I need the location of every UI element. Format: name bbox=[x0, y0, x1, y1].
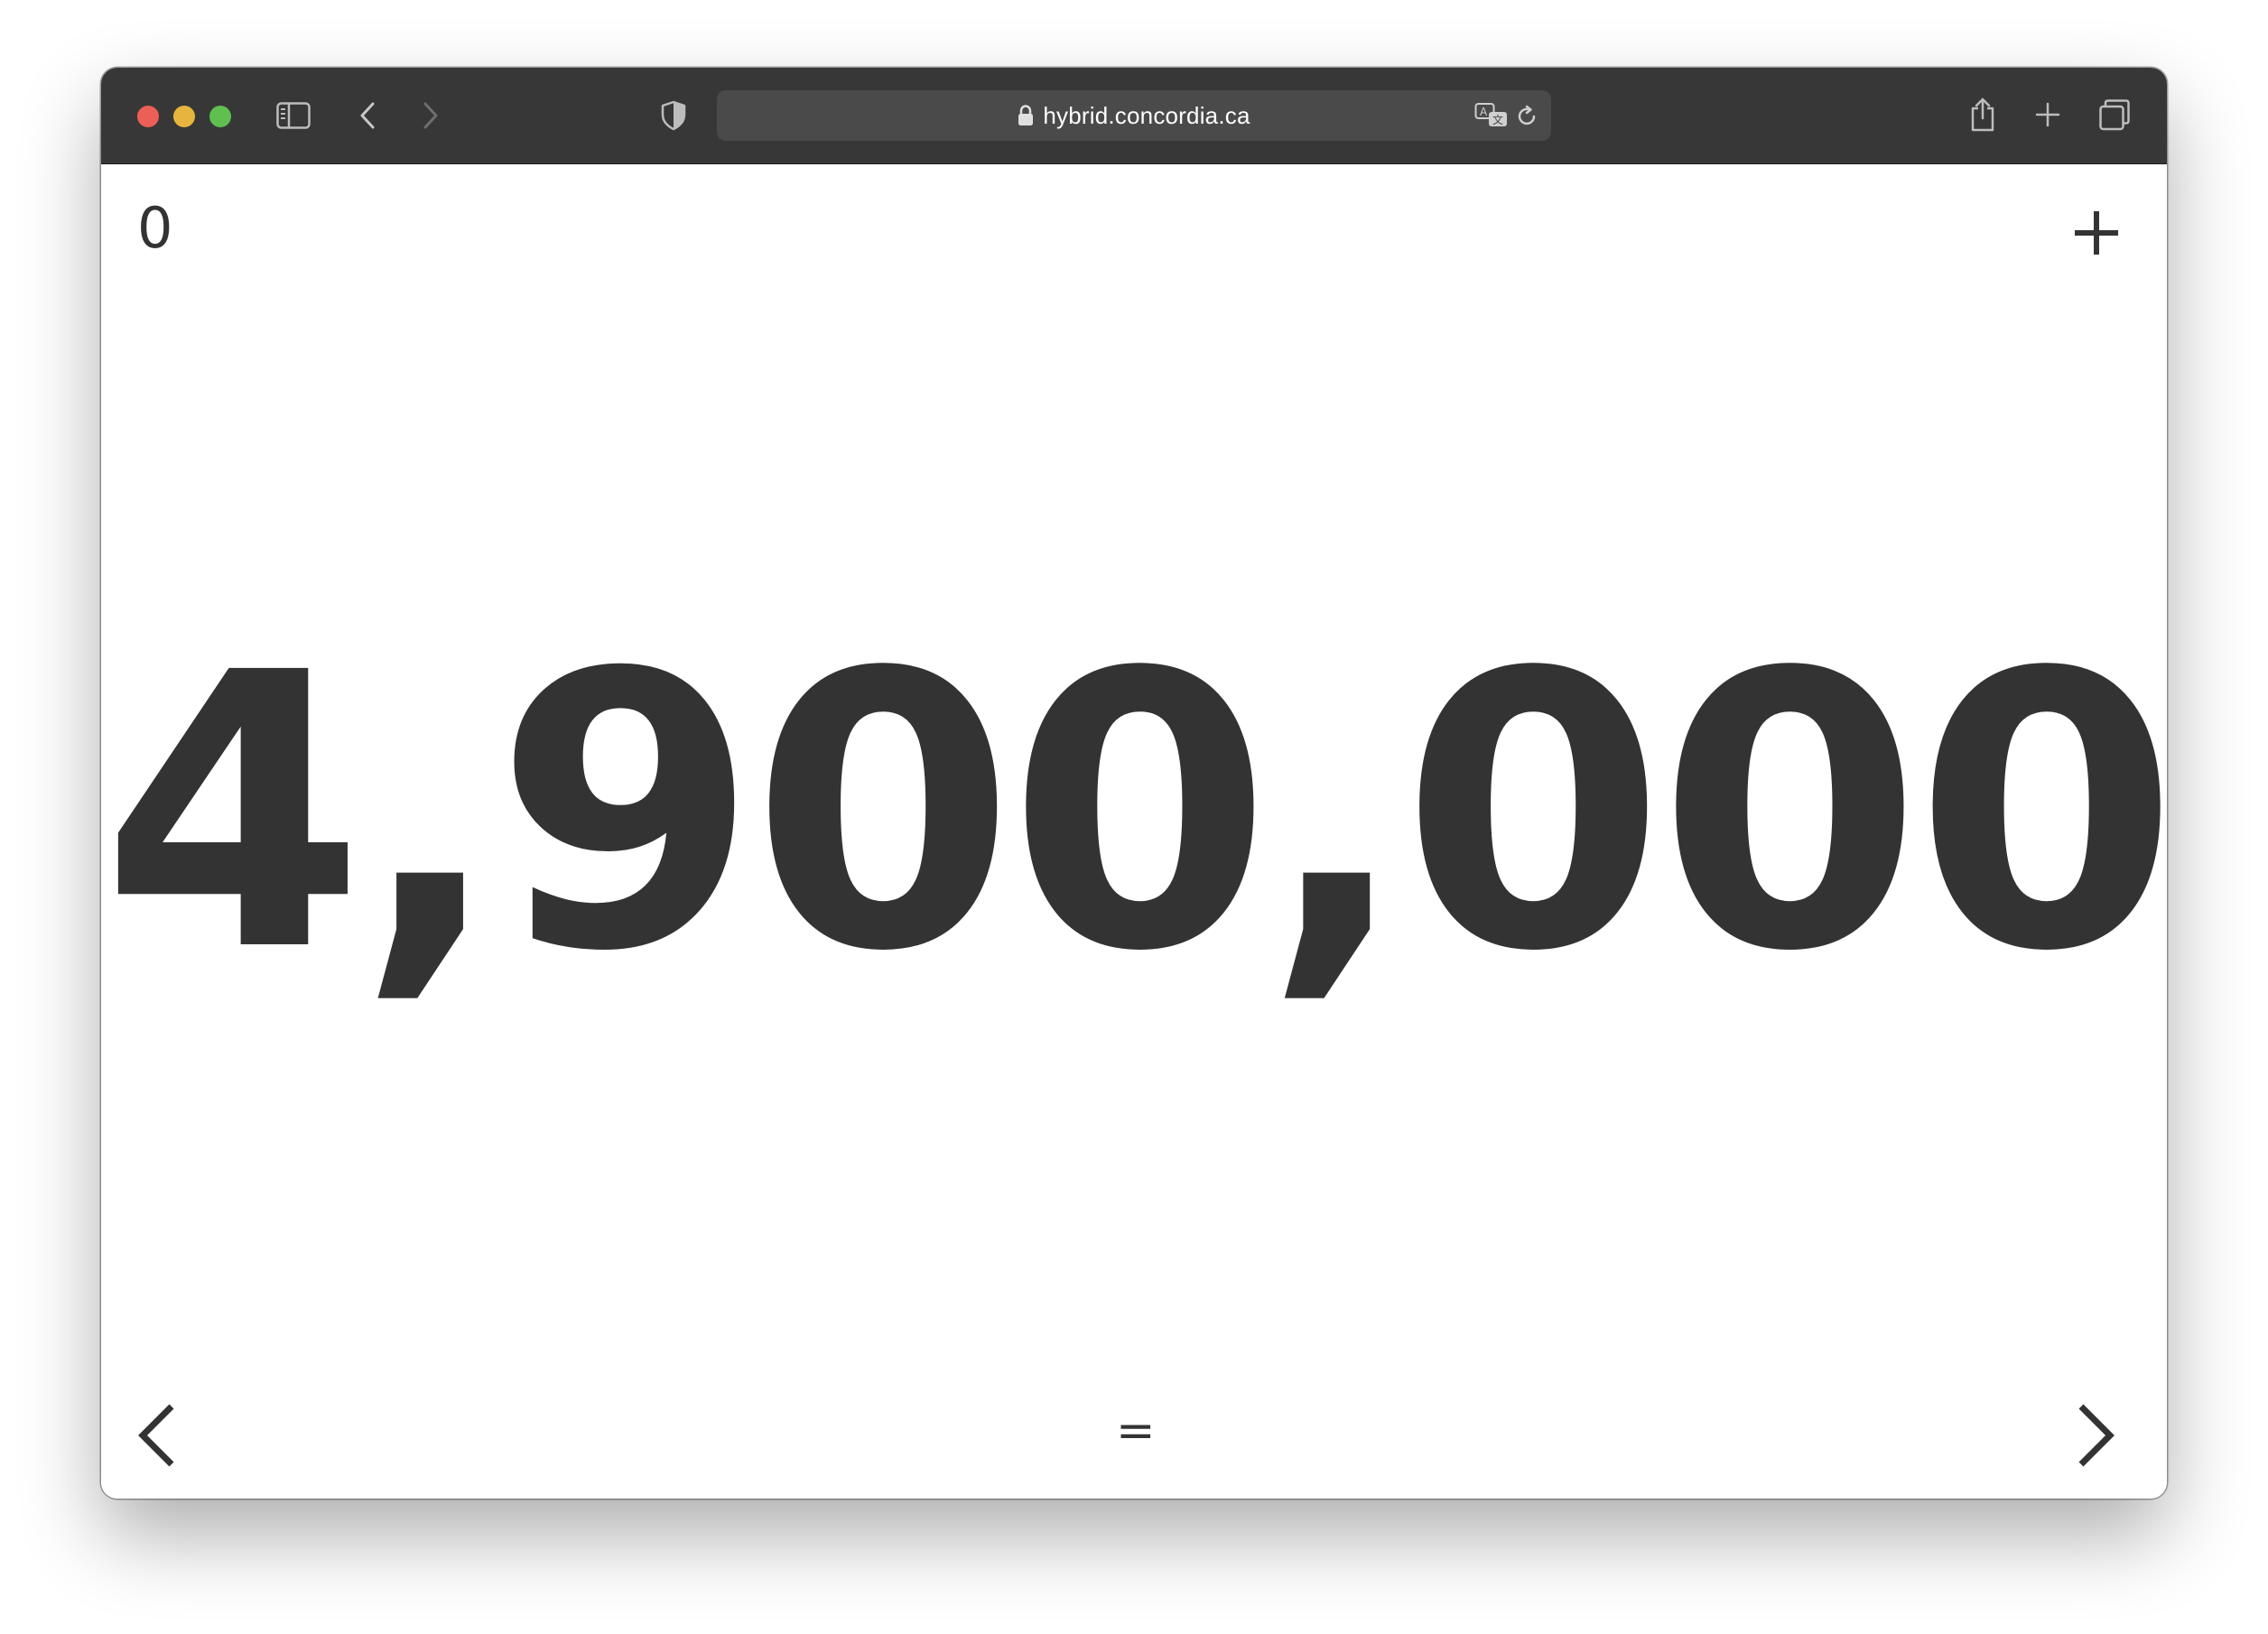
plus-icon bbox=[2075, 211, 2118, 255]
shield-icon bbox=[661, 100, 686, 131]
counter-value: 0 bbox=[137, 195, 173, 261]
url-text: hybrid.concordia.ca bbox=[1043, 101, 1250, 129]
forward-button[interactable] bbox=[417, 97, 444, 134]
main-number: 4,900,000 bbox=[101, 593, 2167, 1035]
tab-overview-button[interactable] bbox=[2096, 97, 2133, 133]
previous-button[interactable] bbox=[135, 1401, 179, 1470]
chevron-left-icon bbox=[360, 102, 375, 129]
privacy-report-button[interactable] bbox=[657, 98, 690, 133]
browser-window: hybrid.concordia.ca A 文 0 4,900,000 = bbox=[101, 68, 2167, 1499]
tab-overview-icon bbox=[2099, 99, 2130, 131]
add-button[interactable] bbox=[2073, 209, 2120, 256]
reload-button[interactable] bbox=[1511, 101, 1542, 132]
back-button[interactable] bbox=[354, 97, 381, 134]
reload-icon bbox=[1518, 105, 1536, 125]
minimize-window-button[interactable] bbox=[173, 106, 195, 127]
maximize-window-button[interactable] bbox=[209, 106, 231, 127]
close-window-button[interactable] bbox=[137, 106, 159, 127]
new-tab-button[interactable] bbox=[2031, 98, 2064, 131]
next-button[interactable] bbox=[2074, 1401, 2117, 1470]
address-bar[interactable]: hybrid.concordia.ca A 文 bbox=[717, 90, 1551, 141]
equals-button[interactable]: = bbox=[1116, 1404, 1156, 1458]
translate-button[interactable]: A 文 bbox=[1473, 99, 1510, 132]
sidebar-toggle-icon[interactable] bbox=[275, 97, 311, 134]
page-content: 0 4,900,000 = bbox=[101, 164, 2167, 1499]
svg-text:文: 文 bbox=[1492, 113, 1503, 126]
svg-text:A: A bbox=[1480, 106, 1488, 118]
translate-icon: A 文 bbox=[1474, 103, 1507, 126]
share-button[interactable] bbox=[1966, 93, 1999, 136]
lock-icon bbox=[1018, 105, 1034, 125]
chevron-right-icon bbox=[2078, 1404, 2115, 1467]
share-icon bbox=[1971, 97, 1994, 132]
plus-icon bbox=[2035, 102, 2060, 127]
browser-toolbar: hybrid.concordia.ca A 文 bbox=[101, 68, 2167, 164]
chevron-left-icon bbox=[138, 1404, 174, 1467]
chevron-right-icon bbox=[423, 102, 438, 129]
